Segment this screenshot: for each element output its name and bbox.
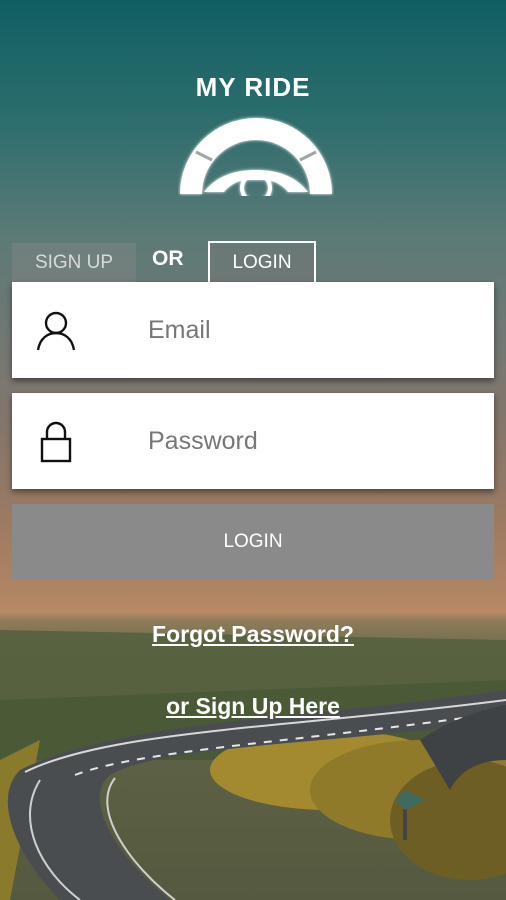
sign-up-link[interactable]: or Sign Up Here (0, 693, 506, 720)
password-field (12, 393, 494, 489)
email-input[interactable] (146, 304, 480, 356)
forgot-password-link[interactable]: Forgot Password? (0, 621, 506, 648)
user-icon (36, 311, 76, 351)
auth-tabs: SIGN UP OR LOGIN (12, 241, 332, 283)
app-title: MY RIDE (195, 72, 311, 102)
login-button[interactable]: LOGIN (12, 504, 494, 580)
steering-wheel-icon (180, 118, 332, 196)
email-field (12, 282, 494, 378)
lock-icon (40, 421, 72, 463)
login-screen: MY RIDE SIGN UP OR LOGIN Email LOGIN For… (0, 0, 506, 900)
tab-sign-up[interactable]: SIGN UP (12, 243, 136, 283)
tab-login[interactable]: LOGIN (208, 241, 316, 283)
password-input[interactable] (146, 415, 480, 467)
or-label: OR (152, 247, 184, 270)
